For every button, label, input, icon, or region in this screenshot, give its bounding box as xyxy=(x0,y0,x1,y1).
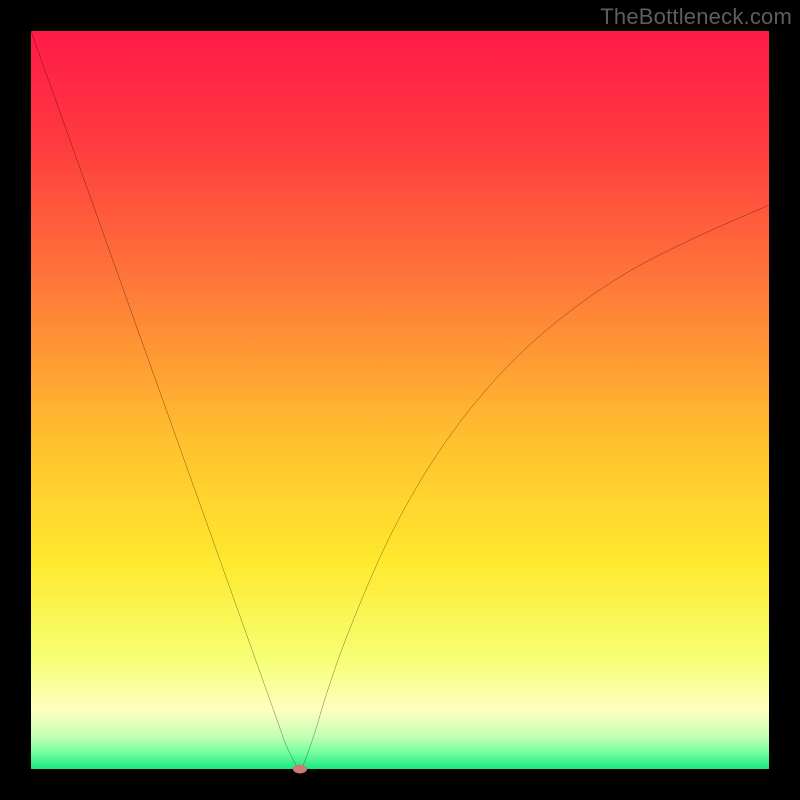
watermark-text: TheBottleneck.com xyxy=(600,4,792,30)
chart-background-gradient xyxy=(31,31,769,769)
chart-frame: TheBottleneck.com xyxy=(0,0,800,800)
